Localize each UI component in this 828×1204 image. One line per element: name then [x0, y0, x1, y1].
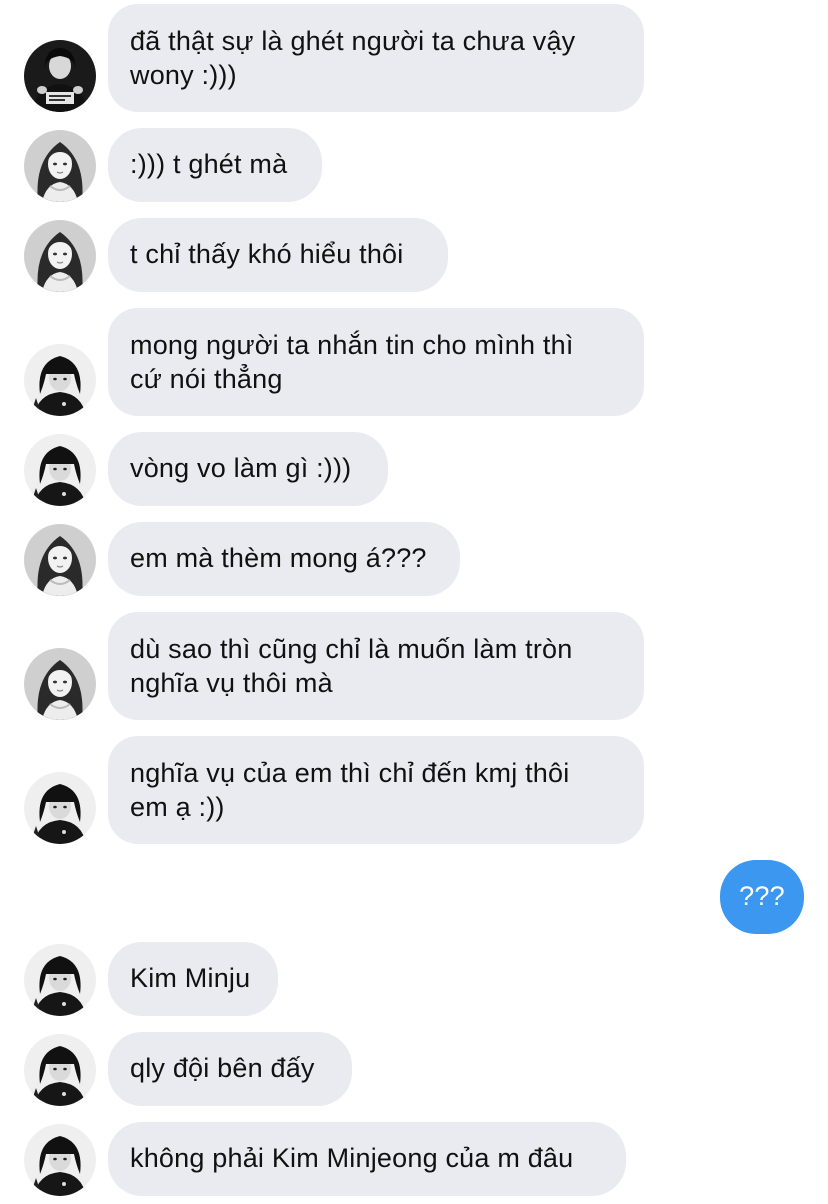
message-bubble[interactable]: mong người ta nhắn tin cho mình thì cứ n… [108, 308, 644, 416]
avatar[interactable] [24, 344, 96, 416]
message-row: nghĩa vụ của em thì chỉ đến kmj thôi em … [0, 736, 828, 844]
message-bubble[interactable]: dù sao thì cũng chỉ là muốn làm tròn ngh… [108, 612, 644, 720]
message-bubble[interactable]: t chỉ thấy khó hiểu thôi [108, 218, 448, 292]
message-bubble[interactable]: :))) t ghét mà [108, 128, 322, 202]
message-bubble[interactable]: qly đội bên đấy [108, 1032, 352, 1106]
message-row-outgoing: ??? [0, 860, 828, 934]
avatar[interactable] [24, 944, 96, 1016]
message-bubble[interactable]: Kim Minju [108, 942, 278, 1016]
message-row: vòng vo làm gì :))) [0, 432, 828, 506]
message-bubble[interactable]: vòng vo làm gì :))) [108, 432, 388, 506]
avatar[interactable] [24, 40, 96, 112]
message-row: em mà thèm mong á??? [0, 522, 828, 596]
avatar[interactable] [24, 130, 96, 202]
avatar[interactable] [24, 434, 96, 506]
message-bubble[interactable]: nghĩa vụ của em thì chỉ đến kmj thôi em … [108, 736, 644, 844]
message-bubble-outgoing[interactable]: ??? [720, 860, 804, 934]
avatar[interactable] [24, 648, 96, 720]
message-row: không phải Kim Minjeong của m đâu [0, 1122, 828, 1196]
message-bubble[interactable]: đã thật sự là ghét người ta chưa vậy won… [108, 4, 644, 112]
message-row: :))) t ghét mà [0, 128, 828, 202]
avatar[interactable] [24, 220, 96, 292]
avatar[interactable] [24, 1124, 96, 1196]
message-row: qly đội bên đấy [0, 1032, 828, 1106]
message-row: mong người ta nhắn tin cho mình thì cứ n… [0, 308, 828, 416]
message-row: dù sao thì cũng chỉ là muốn làm tròn ngh… [0, 612, 828, 720]
message-row: t chỉ thấy khó hiểu thôi [0, 218, 828, 292]
message-row: đã thật sự là ghét người ta chưa vậy won… [0, 4, 828, 112]
message-bubble[interactable]: không phải Kim Minjeong của m đâu [108, 1122, 626, 1196]
avatar[interactable] [24, 524, 96, 596]
message-bubble[interactable]: em mà thèm mong á??? [108, 522, 460, 596]
avatar[interactable] [24, 1034, 96, 1106]
message-row: Kim Minju [0, 942, 828, 1016]
avatar[interactable] [24, 772, 96, 844]
